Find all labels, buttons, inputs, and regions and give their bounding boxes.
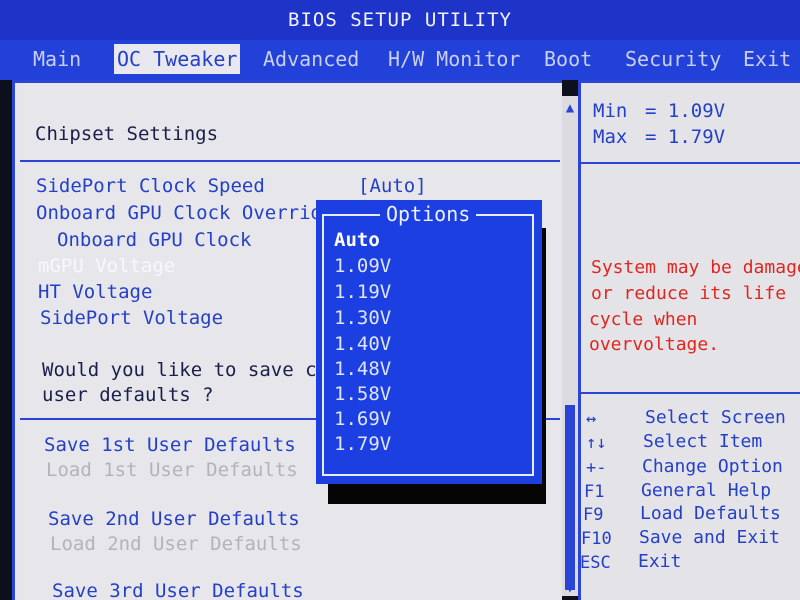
key-plus-minus: +- — [586, 458, 607, 478]
options-popup: Options Auto 1.09V 1.19V 1.30V 1.40V 1.4… — [316, 200, 542, 484]
key-up-down-icon: ↑↓ — [586, 433, 607, 453]
scroll-down-icon[interactable]: ▼ — [562, 580, 578, 596]
option-item[interactable]: 1.19V — [334, 280, 391, 304]
setting-ht-voltage[interactable]: HT Voltage — [38, 280, 152, 304]
tab-security[interactable]: Security — [622, 44, 724, 74]
min-label: Min — [593, 100, 628, 122]
save-1st-user-defaults[interactable]: Save 1st User Defaults — [44, 433, 296, 457]
key-f9: F9 — [583, 505, 604, 525]
warning-line4: overvoltage. — [589, 334, 720, 355]
option-item[interactable]: 1.48V — [334, 357, 391, 381]
scrollbar-thumb[interactable] — [565, 405, 575, 590]
load-1st-user-defaults[interactable]: Load 1st User Defaults — [46, 458, 298, 482]
section-divider — [20, 160, 560, 162]
option-item[interactable]: 1.09V — [334, 254, 391, 278]
tab-advanced[interactable]: Advanced — [260, 44, 362, 74]
warning-line3: cycle when — [589, 309, 698, 330]
setting-sideport-clock-speed[interactable]: SidePort Clock Speed — [36, 174, 265, 198]
scroll-up-icon[interactable]: ▲ — [562, 100, 578, 116]
warning-line1: System may be damaged — [591, 257, 800, 278]
max-label: Max — [593, 126, 628, 148]
options-popup-title: Options — [380, 202, 477, 226]
tab-boot[interactable]: Boot — [541, 44, 595, 74]
setting-onboard-gpu-clock-override[interactable]: Onboard GPU Clock Override — [36, 201, 333, 225]
option-item[interactable]: 1.30V — [334, 306, 391, 330]
setting-onboard-gpu-clock[interactable]: Onboard GPU Clock — [57, 228, 251, 252]
min-value: = 1.09V — [645, 100, 726, 122]
key-desc-change-option: Change Option — [642, 456, 783, 477]
setting-mgpu-voltage[interactable]: mGPU Voltage — [38, 254, 175, 278]
key-left-right-icon: ↔ — [586, 409, 597, 429]
option-item[interactable]: 1.58V — [334, 382, 391, 406]
tab-exit[interactable]: Exit — [740, 44, 794, 74]
tab-oc-tweaker[interactable]: OC Tweaker — [114, 44, 241, 74]
key-f10: F10 — [581, 529, 612, 549]
bios-screen: BIOS SETUP UTILITY Main OC Tweaker Advan… — [0, 0, 800, 600]
tab-main[interactable]: Main — [30, 44, 84, 74]
save-prompt-line1: Would you like to save curr — [42, 359, 351, 381]
warning-line2: or reduce its life — [591, 283, 787, 304]
key-desc-exit: Exit — [638, 551, 682, 572]
save-prompt-line2: user defaults ? — [42, 384, 214, 406]
menu-bar: Main OC Tweaker Advanced H/W Monitor Boo… — [0, 40, 800, 80]
max-value: = 1.79V — [645, 126, 726, 148]
option-item[interactable]: 1.69V — [334, 407, 391, 431]
option-item[interactable]: 1.40V — [334, 332, 391, 356]
key-f1: F1 — [584, 482, 605, 502]
save-2nd-user-defaults[interactable]: Save 2nd User Defaults — [48, 507, 300, 531]
keys-divider — [581, 392, 800, 394]
save-3rd-user-defaults[interactable]: Save 3rd User Defaults — [52, 579, 304, 600]
help-divider — [581, 162, 800, 164]
key-desc-select-screen: Select Screen — [645, 407, 786, 428]
setting-sideport-clock-speed-value[interactable]: [Auto] — [358, 174, 427, 198]
setting-sideport-voltage[interactable]: SidePort Voltage — [40, 306, 223, 330]
option-item[interactable]: 1.79V — [334, 432, 391, 456]
section-title: Chipset Settings — [35, 123, 219, 145]
bios-title: BIOS SETUP UTILITY — [0, 0, 800, 40]
key-desc-general-help: General Help — [641, 480, 772, 501]
load-2nd-user-defaults[interactable]: Load 2nd User Defaults — [50, 532, 302, 556]
option-item[interactable]: Auto — [334, 228, 380, 252]
key-desc-load-defaults: Load Defaults — [640, 503, 781, 524]
key-desc-save-and-exit: Save and Exit — [639, 527, 780, 548]
key-esc: ESC — [580, 553, 611, 573]
tab-hw-monitor[interactable]: H/W Monitor — [385, 44, 523, 74]
key-desc-select-item: Select Item — [643, 431, 763, 452]
